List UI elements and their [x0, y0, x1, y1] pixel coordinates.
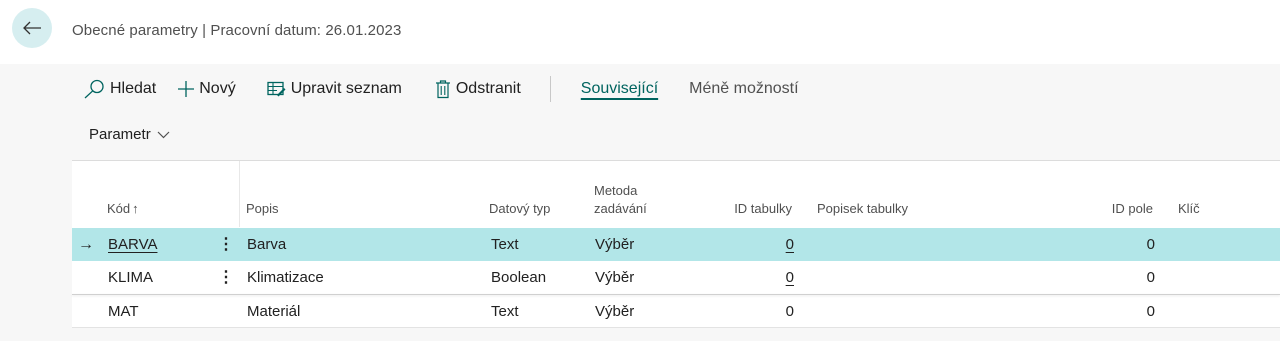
trash-icon: [435, 80, 450, 99]
fewer-options-button[interactable]: Méně možností: [689, 72, 798, 106]
code-cell[interactable]: KLIMA: [108, 261, 153, 294]
column-divider: [239, 161, 240, 227]
table-row[interactable]: → BARVA ⋮ Barva Text Výběr 0 0: [72, 228, 1280, 261]
description-cell: Materiál: [247, 303, 301, 320]
search-label: Hledat: [110, 80, 157, 97]
table-id-cell[interactable]: 0: [752, 228, 794, 261]
arrow-left-icon: [23, 21, 41, 35]
description-cell: Klimatizace: [247, 269, 324, 286]
row-menu-icon[interactable]: ⋮: [218, 261, 234, 294]
search-icon: [84, 79, 104, 99]
data-type-cell: Text: [491, 236, 519, 253]
related-menu[interactable]: Související: [581, 72, 658, 106]
new-button[interactable]: Nový: [176, 72, 236, 106]
field-id-cell: 0: [1146, 303, 1155, 320]
search-button[interactable]: Hledat: [83, 72, 156, 106]
column-header-table-id[interactable]: ID tabulky: [702, 200, 792, 218]
delete-button[interactable]: Odstranit: [435, 72, 521, 106]
page-title: Obecné parametry | Pracovní datum: 26.01…: [72, 22, 402, 39]
edit-list-label: Upravit seznam: [290, 80, 402, 97]
column-header-description[interactable]: Popis: [246, 200, 279, 218]
toolbar-separator: [549, 76, 551, 102]
entry-method-cell: Výběr: [595, 269, 635, 286]
table-id-cell[interactable]: 0: [752, 261, 794, 294]
column-header-field-id[interactable]: ID pole: [1073, 200, 1153, 218]
entry-method-cell: Výběr: [595, 303, 635, 320]
code-cell[interactable]: BARVA: [108, 228, 157, 261]
entry-method-cell: Výběr: [595, 236, 635, 253]
column-header-data-type[interactable]: Datový typ: [489, 200, 550, 218]
table-bottom-border: [72, 327, 1280, 328]
description-cell: Barva: [247, 236, 287, 253]
column-header-key[interactable]: Klíč: [1178, 200, 1200, 218]
table-id-cell: 0: [785, 303, 794, 320]
field-id-cell: 0: [1146, 269, 1155, 286]
field-id-cell: 0: [1146, 236, 1155, 253]
delete-label: Odstranit: [455, 80, 521, 97]
row-selected-arrow-icon: →: [78, 236, 94, 253]
table-row[interactable]: MAT Materiál Text Výběr 0 0: [72, 295, 1280, 328]
data-type-cell: Text: [491, 303, 519, 320]
table-row[interactable]: KLIMA ⋮ Klimatizace Boolean Výběr 0 0: [72, 261, 1280, 294]
new-label: Nový: [199, 80, 236, 97]
action-bar: Hledat Nový Upravit seznam Odstranit Sou…: [72, 72, 799, 106]
chevron-down-icon: [157, 131, 170, 138]
column-header-code[interactable]: Kód ↑: [107, 200, 139, 218]
edit-list-button[interactable]: Upravit seznam: [267, 72, 402, 106]
page-header: Obecné parametry | Pracovní datum: 26.01…: [0, 0, 1280, 64]
back-button[interactable]: [12, 8, 52, 48]
code-cell[interactable]: MAT: [108, 295, 139, 328]
row-menu-icon[interactable]: ⋮: [218, 228, 234, 261]
column-header-entry-method[interactable]: Metoda zadávání: [594, 182, 647, 218]
edit-list-icon: [267, 81, 286, 97]
filter-label: Parametr: [89, 126, 151, 143]
plus-icon: [178, 81, 195, 97]
data-type-cell: Boolean: [491, 269, 547, 286]
column-header-table-caption[interactable]: Popisek tabulky: [817, 200, 908, 218]
filter-parameter-dropdown[interactable]: Parametr: [89, 126, 170, 143]
sort-ascending-icon: ↑: [132, 201, 139, 216]
